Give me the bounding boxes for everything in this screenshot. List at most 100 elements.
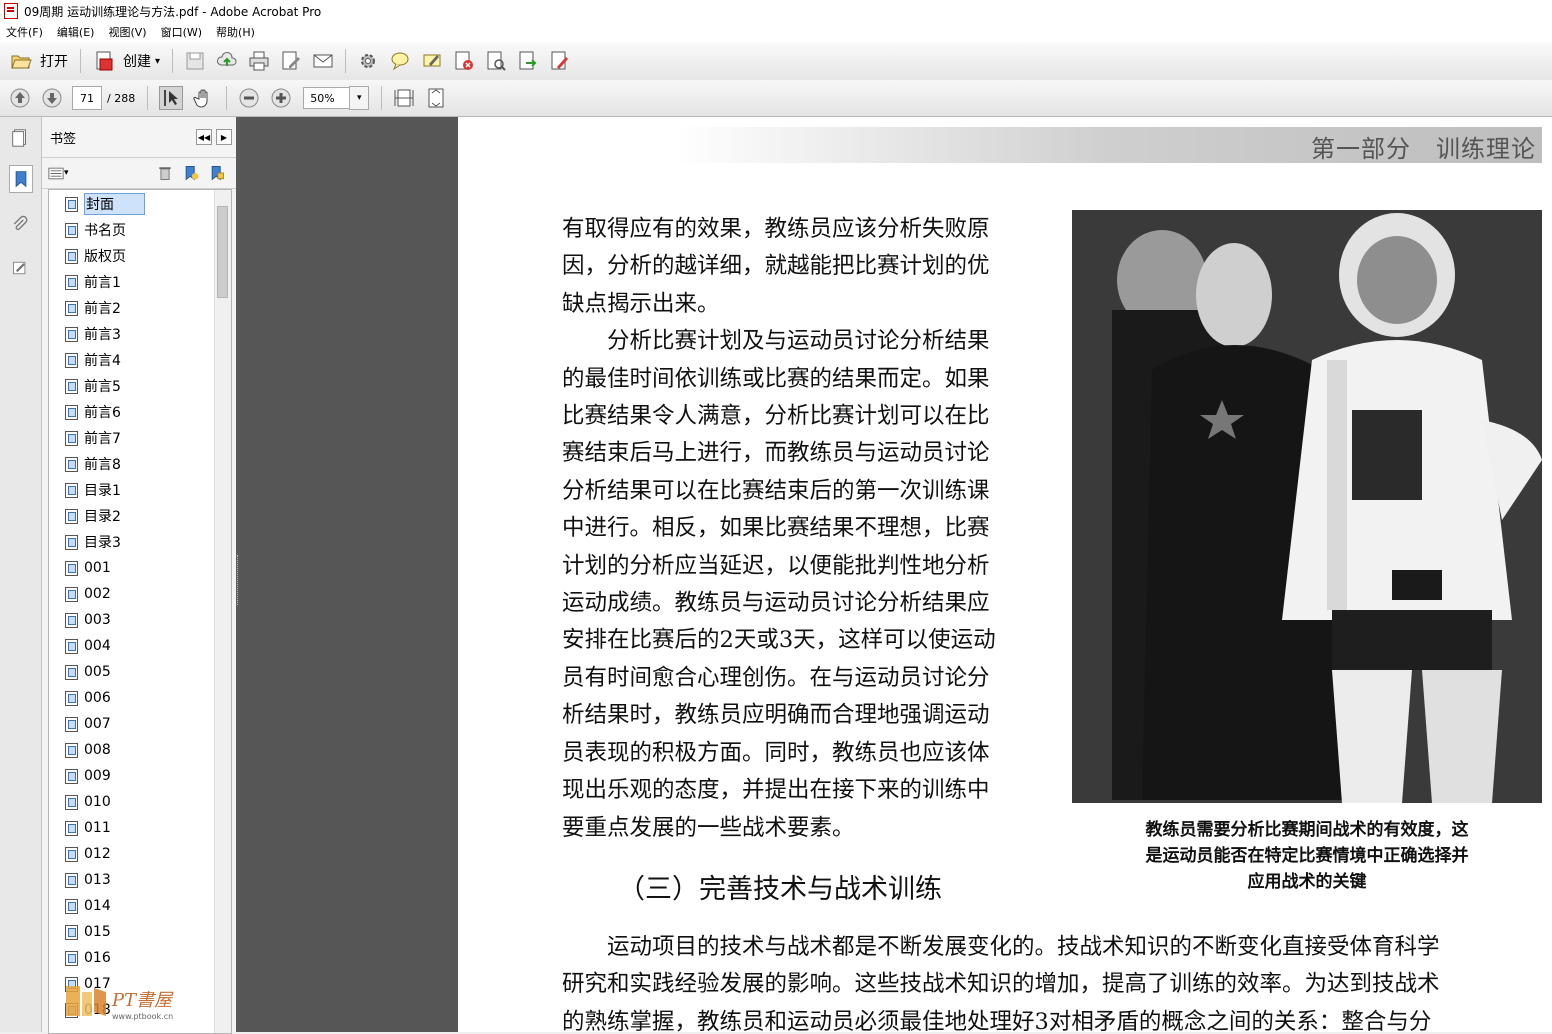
bookmarks-scrollbar[interactable] xyxy=(214,190,231,1033)
text-line: 缺点揭示出来。 xyxy=(562,290,720,317)
bookmark-icon xyxy=(65,456,78,472)
pdf-page: 第一部分 训练理论 有取得应有的效果，教练员应该分析失败原 因，分析的越详细，就越… xyxy=(458,117,1552,1032)
bookmark-item[interactable]: 007 xyxy=(65,714,111,734)
select-tool-icon[interactable] xyxy=(159,86,184,110)
bookmark-item[interactable]: 目录3 xyxy=(65,532,121,552)
bookmark-from-selection-icon[interactable] xyxy=(208,164,226,182)
comment-icon[interactable] xyxy=(389,50,411,72)
menu-bar: 文件(F) 编辑(E) 视图(V) 窗口(W) 帮助(H) xyxy=(0,22,1552,43)
delete-bookmark-icon[interactable] xyxy=(156,164,174,182)
bookmark-label: 目录2 xyxy=(84,509,121,525)
bookmark-item[interactable]: 书名页 xyxy=(65,220,126,240)
bookmark-item[interactable]: 前言7 xyxy=(65,428,121,448)
section-heading: （三）完善技术与战术训练 xyxy=(618,874,942,905)
signatures-icon[interactable] xyxy=(9,255,31,281)
bookmark-item[interactable]: 011 xyxy=(65,818,111,838)
window-title: 09周期 运动训练理论与方法.pdf - Adobe Acrobat Pro xyxy=(24,4,322,19)
save-icon[interactable] xyxy=(184,50,206,72)
fit-page-icon[interactable] xyxy=(425,87,447,109)
bookmark-icon xyxy=(65,924,78,940)
open-button[interactable]: 打开 xyxy=(4,47,74,75)
bookmark-label: 目录3 xyxy=(84,535,121,551)
protect-document-icon[interactable] xyxy=(485,50,507,72)
menu-edit[interactable]: 编辑(E) xyxy=(57,24,95,40)
scrollbar-thumb[interactable] xyxy=(217,206,228,298)
ptbook-logo: PT書屋 www.ptbook.cn xyxy=(66,986,174,1021)
bookmark-item[interactable]: 016 xyxy=(65,948,111,968)
list-options-icon xyxy=(48,167,64,179)
bookmark-item[interactable]: 前言5 xyxy=(65,376,121,396)
bookmark-icon xyxy=(65,742,78,758)
bookmark-icon xyxy=(65,222,78,238)
bookmark-label: 001 xyxy=(84,560,111,576)
collapse-panel-button[interactable]: ◀◀ xyxy=(196,129,212,145)
bookmark-item[interactable]: 012 xyxy=(65,844,111,864)
bookmark-item[interactable]: 003 xyxy=(65,610,111,630)
page-thumbnails-icon[interactable] xyxy=(9,125,31,151)
bookmark-item[interactable]: 015 xyxy=(65,922,111,942)
upload-cloud-icon[interactable] xyxy=(216,50,238,72)
menu-view[interactable]: 视图(V) xyxy=(108,24,146,40)
zoom-level-input[interactable]: 50% xyxy=(303,87,350,109)
bookmark-item[interactable]: 前言6 xyxy=(65,402,121,422)
bookmark-item[interactable]: 目录1 xyxy=(65,480,121,500)
zoom-in-icon[interactable] xyxy=(270,87,292,109)
bookmarks-tree: 封面书名页版权页前言1 前言2 前言3 前言4 前言5 前言6 前言7 前言8 目录1 目录2 目录… xyxy=(48,189,232,1034)
print-icon[interactable] xyxy=(248,50,270,72)
bookmark-item[interactable]: 013 xyxy=(65,870,111,890)
bookmark-icon xyxy=(65,300,78,316)
bookmark-item[interactable]: 005 xyxy=(65,662,111,682)
bookmark-item[interactable]: 前言3 xyxy=(65,324,121,344)
bookmark-item[interactable]: 002 xyxy=(65,584,111,604)
text-line: 员表现的积极方面。同时，教练员也应该体 xyxy=(562,739,990,766)
hand-tool-icon[interactable] xyxy=(193,87,215,109)
edit-document-icon[interactable] xyxy=(280,50,302,72)
menu-file[interactable]: 文件(F) xyxy=(6,24,43,40)
fit-width-icon[interactable] xyxy=(393,87,415,109)
close-panel-button[interactable]: ▶ xyxy=(216,129,232,145)
export-document-icon[interactable] xyxy=(517,50,539,72)
attachments-icon[interactable] xyxy=(9,211,31,237)
bookmark-item[interactable]: 009 xyxy=(65,766,111,786)
bookmark-item[interactable]: 目录2 xyxy=(65,506,121,526)
bookmark-options-button[interactable]: ▾ xyxy=(48,167,69,180)
bookmark-item[interactable]: 封面 xyxy=(65,193,145,215)
previous-page-icon[interactable] xyxy=(9,87,31,109)
caption-line: 是运动员能否在特定比赛情境中正确选择并 xyxy=(1145,846,1469,866)
bookmark-label: 005 xyxy=(84,664,111,680)
bookmark-item[interactable]: 前言4 xyxy=(65,350,121,370)
bookmarks-panel-title: 书签 xyxy=(50,131,77,147)
bookmark-icon xyxy=(65,794,78,810)
sign-document-icon[interactable] xyxy=(549,50,571,72)
text-line: 赛结束后马上进行，而教练员与运动员讨论 xyxy=(562,440,990,467)
menu-window[interactable]: 窗口(W) xyxy=(161,24,202,40)
bookmark-item[interactable]: 006 xyxy=(65,688,111,708)
email-icon[interactable] xyxy=(312,50,334,72)
bookmark-item[interactable]: 前言8 xyxy=(65,454,121,474)
bookmark-item[interactable]: 014 xyxy=(65,896,111,916)
bookmark-item[interactable]: 前言2 xyxy=(65,298,121,318)
next-page-icon[interactable] xyxy=(41,87,63,109)
bookmark-label: 003 xyxy=(84,612,111,628)
bookmark-item[interactable]: 版权页 xyxy=(65,246,126,266)
bookmark-item[interactable]: 008 xyxy=(65,740,111,760)
create-button[interactable]: 创建 ▾ xyxy=(87,47,166,75)
gear-icon[interactable] xyxy=(357,50,379,72)
bookmark-label: 前言8 xyxy=(84,457,121,473)
text-line: 研究和实践经验发展的影响。这些技战术知识的增加，提高了训练的效率。为达到技战术 xyxy=(562,971,1440,998)
bookmark-item[interactable]: 001 xyxy=(65,558,111,578)
bookmark-icon xyxy=(65,586,78,602)
new-bookmark-icon[interactable] xyxy=(182,164,200,182)
zoom-out-icon[interactable] xyxy=(238,87,260,109)
highlight-icon[interactable] xyxy=(421,50,443,72)
bookmark-item[interactable]: 前言1 xyxy=(65,272,121,292)
bookmark-label: 封面 xyxy=(84,193,145,215)
page-number-input[interactable]: 71 xyxy=(72,86,102,110)
zoom-dropdown[interactable]: ▾ xyxy=(349,86,370,110)
delete-pages-icon[interactable] xyxy=(453,50,475,72)
bookmarks-icon[interactable] xyxy=(9,165,33,193)
menu-help[interactable]: 帮助(H) xyxy=(216,24,255,40)
bookmark-item[interactable]: 010 xyxy=(65,792,111,812)
bookmark-item[interactable]: 004 xyxy=(65,636,111,656)
navigation-toolbar: 71 / 288 50% ▾ xyxy=(0,80,1552,117)
